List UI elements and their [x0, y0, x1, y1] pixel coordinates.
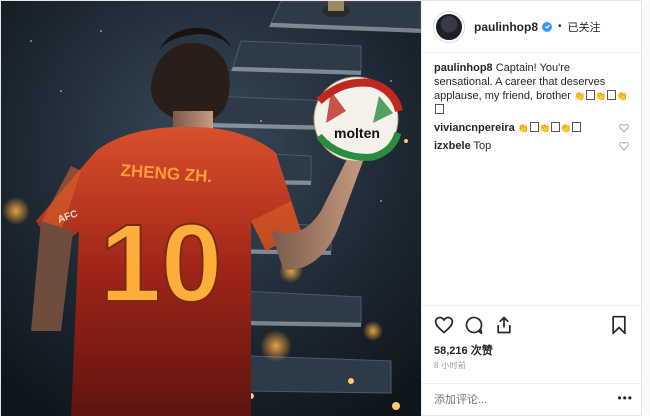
football-illustration: ZHENG ZH. 10 AFC molten — [1, 1, 421, 416]
clap-emoji-icon: 👏 — [595, 91, 607, 101]
clap-emoji-icon: 👏 — [517, 123, 529, 133]
jersey-number: 10 — [100, 202, 222, 325]
comment-button[interactable] — [464, 315, 484, 335]
comment-like-heart-icon[interactable] — [619, 141, 629, 151]
save-button[interactable] — [609, 315, 629, 335]
comment-icon — [465, 316, 483, 334]
heart-icon — [434, 316, 454, 334]
list-item: viviancnpereira 👏 👏 👏 — [434, 121, 629, 135]
verified-badge-icon — [542, 21, 552, 32]
separator-dot: • — [558, 21, 562, 32]
clap-emoji-icon: 👏 — [616, 91, 628, 101]
post-sidebar: paulinhop8 • 已关注 paulinhop8 Captain! You… — [421, 1, 641, 415]
share-button[interactable] — [494, 315, 514, 335]
missing-glyph-icon — [572, 122, 582, 132]
caption-username[interactable]: paulinhop8 — [434, 62, 493, 74]
missing-glyph-icon — [586, 90, 596, 100]
comments-list: paulinhop8 Captain! You're sensational. … — [422, 53, 641, 305]
post-timestamp[interactable]: 8 小时前 — [422, 359, 641, 373]
clap-emoji-icon: 👏 — [560, 123, 572, 133]
instagram-post: ZHENG ZH. 10 AFC molten paulinhop8 • 已关注… — [0, 0, 642, 416]
post-image[interactable]: ZHENG ZH. 10 AFC molten — [1, 1, 421, 416]
ball-brand: molten — [334, 125, 380, 141]
action-bar — [422, 305, 641, 343]
like-button[interactable] — [434, 315, 454, 335]
comment-username[interactable]: viviancnpereira — [434, 122, 515, 134]
comment-composer — [422, 383, 641, 415]
missing-glyph-icon — [530, 122, 539, 132]
header-username[interactable]: paulinhop8 — [474, 20, 538, 34]
clap-emoji-icon: 👏 — [574, 91, 586, 101]
comment-text: Top — [473, 140, 492, 152]
post-header: paulinhop8 • 已关注 — [422, 1, 641, 53]
comment-username[interactable]: izxbele — [434, 140, 471, 152]
missing-glyph-icon — [607, 90, 617, 100]
comment-input[interactable] — [434, 393, 629, 406]
more-options-icon[interactable]: ••• — [617, 391, 633, 405]
bookmark-icon — [612, 315, 626, 334]
clap-emoji-icon: 👏 — [539, 123, 551, 133]
avatar[interactable] — [434, 11, 464, 42]
share-icon — [497, 316, 511, 333]
follow-status-button[interactable]: 已关注 — [568, 19, 601, 35]
missing-glyph-icon — [551, 122, 561, 132]
caption: paulinhop8 Captain! You're sensational. … — [434, 61, 629, 117]
football: molten — [313, 76, 403, 162]
comment-like-heart-icon[interactable] — [619, 123, 629, 133]
likes-count[interactable]: 58,216 次赞 — [422, 343, 641, 359]
missing-glyph-icon — [435, 104, 444, 114]
list-item: izxbele Top — [434, 139, 629, 153]
